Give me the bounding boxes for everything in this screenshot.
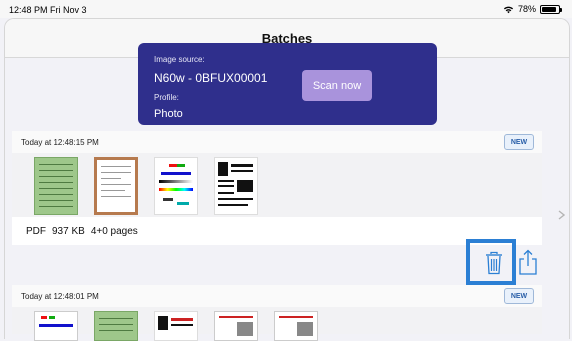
status-time-date: 12:48 PM Fri Nov 3 bbox=[9, 5, 87, 15]
share-icon[interactable] bbox=[518, 249, 538, 275]
file-format: PDF bbox=[26, 226, 46, 237]
battery-icon bbox=[540, 4, 562, 14]
page-thumbnail[interactable] bbox=[214, 311, 258, 341]
battery-level-fill bbox=[542, 6, 557, 12]
page-thumbnail[interactable] bbox=[94, 157, 138, 215]
wifi-icon bbox=[503, 6, 514, 13]
batch-header: Today at 12:48:01 PM NEW bbox=[12, 285, 542, 307]
batch-header: Today at 12:48:15 PM NEW bbox=[12, 131, 542, 153]
trash-icon[interactable] bbox=[485, 251, 503, 275]
page-thumbnail[interactable] bbox=[34, 311, 78, 341]
batch-timestamp: Today at 12:48:01 PM bbox=[21, 292, 99, 301]
profile-label: Profile: bbox=[154, 93, 179, 102]
scan-now-button[interactable]: Scan now bbox=[302, 70, 372, 101]
battery-percentage: 78% bbox=[517, 4, 536, 14]
new-badge: NEW bbox=[504, 288, 534, 304]
page-thumbnails[interactable] bbox=[12, 307, 542, 341]
page-thumbnails[interactable] bbox=[12, 153, 542, 217]
page-thumbnail[interactable] bbox=[214, 157, 258, 215]
batch-item[interactable]: Today at 12:48:15 PM NEW PDF 937 KB 4+0 … bbox=[12, 131, 542, 245]
batch-timestamp: Today at 12:48:15 PM bbox=[21, 138, 99, 147]
page-thumbnail[interactable] bbox=[34, 157, 78, 215]
page-thumbnail[interactable] bbox=[274, 311, 318, 341]
status-bar: 12:48 PM Fri Nov 3 78% bbox=[0, 0, 572, 18]
page-thumbnail[interactable] bbox=[94, 311, 138, 341]
new-badge: NEW bbox=[504, 134, 534, 150]
batch-details: PDF 937 KB 4+0 pages bbox=[26, 226, 144, 237]
batch-info-bar: PDF 937 KB 4+0 pages bbox=[12, 217, 542, 245]
image-source-label: Image source: bbox=[154, 55, 205, 64]
chevron-right-icon[interactable] bbox=[558, 210, 565, 220]
batch-item[interactable]: Today at 12:48:01 PM NEW bbox=[12, 285, 542, 341]
page-count: 4+0 pages bbox=[90, 226, 138, 237]
file-size: 937 KB bbox=[52, 226, 85, 237]
page-thumbnail[interactable] bbox=[154, 311, 198, 341]
image-source-value[interactable]: N60w - 0BFUX00001 bbox=[154, 71, 267, 85]
profile-value[interactable]: Photo bbox=[154, 108, 183, 120]
scan-source-card: Image source: N60w - 0BFUX00001 Profile:… bbox=[138, 43, 437, 125]
status-indicators: 78% bbox=[503, 4, 562, 14]
page-thumbnail[interactable] bbox=[154, 157, 198, 215]
